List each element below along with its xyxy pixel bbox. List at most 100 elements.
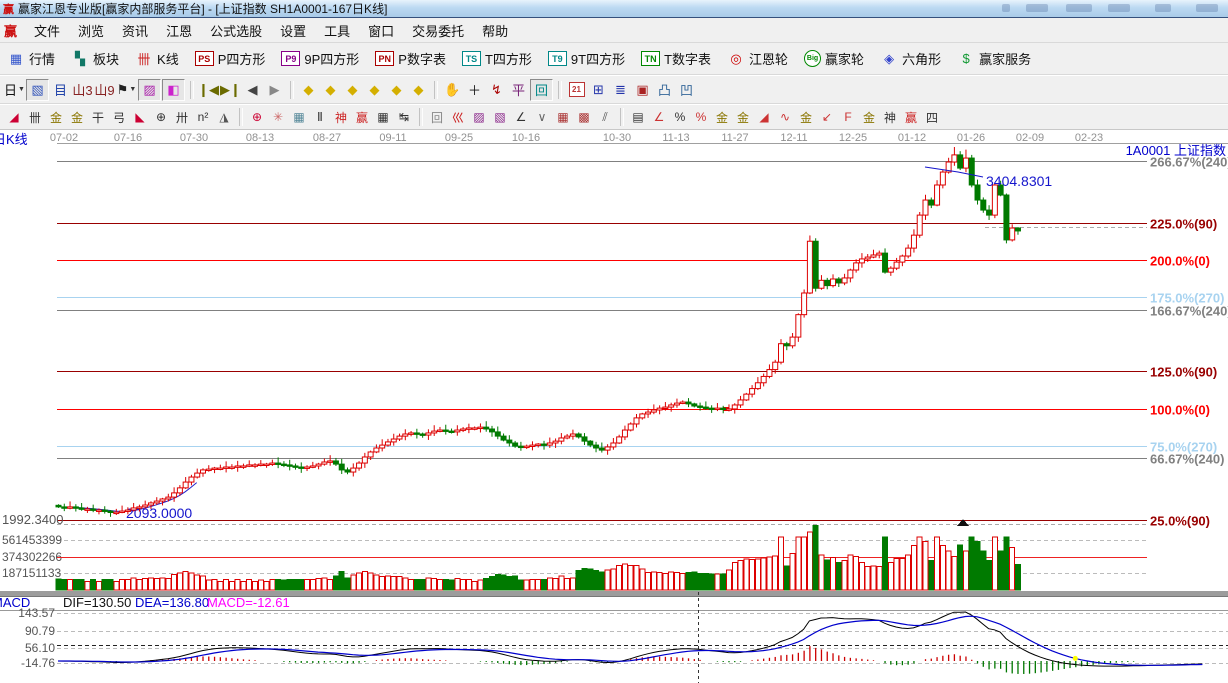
volume-bar[interactable] [1010,547,1015,590]
volume-bar[interactable] [686,572,691,590]
n-square-icon[interactable]: n² [193,108,213,126]
volume-bar[interactable] [299,580,304,590]
menu-item-2[interactable]: 资讯 [113,22,157,41]
volume-bar[interactable] [276,580,281,590]
candle[interactable] [807,235,812,294]
candle[interactable] [420,433,425,438]
candle[interactable] [507,435,512,446]
volume-bar[interactable] [634,565,639,590]
candle[interactable] [900,255,905,267]
gold-3-icon[interactable]: 金 [796,108,816,126]
gold-grid-1-icon[interactable]: 金 [46,108,66,126]
flag-marker-icon[interactable]: ⚑▼ [116,80,137,100]
candle[interactable] [542,441,547,450]
candle[interactable] [975,180,980,205]
volume-bar[interactable] [432,578,437,590]
ying-icon[interactable]: 赢 [352,108,372,126]
volume-bar[interactable] [981,551,986,590]
volume-bar[interactable] [195,575,200,590]
volume-bar[interactable] [287,580,292,590]
candle[interactable] [761,374,766,387]
volume-bar[interactable] [680,574,685,590]
volume-bar[interactable] [669,572,674,590]
candle[interactable] [929,197,934,208]
volume-bar[interactable] [790,553,795,590]
candle[interactable] [403,429,408,440]
volume-bar[interactable] [975,541,980,590]
volume-bar[interactable] [784,566,789,590]
volume-bar[interactable] [183,572,188,590]
volume-bar[interactable] [339,572,344,590]
volume-bar[interactable] [755,559,760,590]
volume-bar[interactable] [911,545,916,590]
volume-bar[interactable] [501,575,506,590]
volume-bar[interactable] [819,555,824,590]
volume-bar[interactable] [646,572,651,590]
volume-bar[interactable] [160,578,165,590]
volume-bar[interactable] [923,541,928,590]
kline-chart-canvas[interactable]: 日K线07-0207-1607-3008-1308-2709-1109-2510… [0,130,1228,683]
candle[interactable] [1015,227,1020,235]
candle[interactable] [108,510,113,517]
volume-bar[interactable] [409,580,414,590]
crosshair-tool-icon[interactable]: ＋ [464,80,485,100]
volume-bar[interactable] [385,576,390,590]
volume-bar[interactable] [443,580,448,590]
box-fan-2-icon[interactable]: ▧ [490,108,510,126]
width-tool-icon[interactable]: ↹ [394,108,414,126]
volume-bar[interactable] [1015,565,1020,590]
volume-bar[interactable] [987,561,992,590]
volume-bar[interactable] [414,580,419,590]
grid-red-2-icon[interactable]: ▩ [574,108,594,126]
j-line-icon[interactable]: ↙ [817,108,837,126]
candle[interactable] [802,289,807,317]
candle[interactable] [270,460,275,466]
percent-levels-icon[interactable]: % [691,108,711,126]
volume-bar[interactable] [865,567,870,590]
candle[interactable] [443,425,448,435]
candle[interactable] [218,465,223,471]
volume-bar[interactable] [305,580,310,590]
volume-bar[interactable] [333,576,338,590]
candle[interactable] [842,274,847,285]
volume-bar[interactable] [461,580,466,590]
candle[interactable] [484,421,489,432]
trend-tool-icon[interactable]: ↯ [486,80,507,100]
grid-tool-icon[interactable]: 卌 [25,108,45,126]
volume-bar[interactable] [495,574,500,590]
toolbar-button-winner-wheel[interactable]: Big赢家轮 [801,47,867,70]
calendar-icon[interactable]: 21 [566,80,587,100]
candle[interactable] [1010,224,1015,241]
candle[interactable] [935,180,940,206]
candle[interactable] [969,155,974,187]
candle[interactable] [669,403,674,412]
candle[interactable] [229,464,234,469]
candle[interactable] [189,475,194,486]
four-icon[interactable]: 四 [922,108,942,126]
volume-bar[interactable] [761,558,766,590]
angle-icon[interactable]: ◮ [214,108,234,126]
candle[interactable] [397,434,402,441]
candle[interactable] [779,339,784,364]
candle[interactable] [247,460,252,467]
candle[interactable] [235,461,240,472]
candle[interactable] [224,461,229,472]
candle[interactable] [605,444,610,455]
gold-levels-icon[interactable]: 金 [733,108,753,126]
volume-bar[interactable] [582,568,587,590]
candle[interactable] [501,433,506,441]
candle[interactable] [79,503,84,511]
toolbar-button-p-square[interactable]: PSP四方形 [192,47,269,70]
candle[interactable] [917,212,922,238]
candle[interactable] [310,462,315,468]
candle[interactable] [455,425,460,435]
volume-bar[interactable] [703,574,708,590]
volume-bar[interactable] [362,571,367,590]
chart-style-icon[interactable]: ▧ [26,79,49,101]
menu-item-7[interactable]: 窗口 [359,22,403,41]
volume-bar[interactable] [293,580,298,590]
candle[interactable] [258,460,263,466]
volume-bar[interactable] [958,545,963,590]
volume-bar[interactable] [166,578,171,590]
candle[interactable] [738,396,743,408]
